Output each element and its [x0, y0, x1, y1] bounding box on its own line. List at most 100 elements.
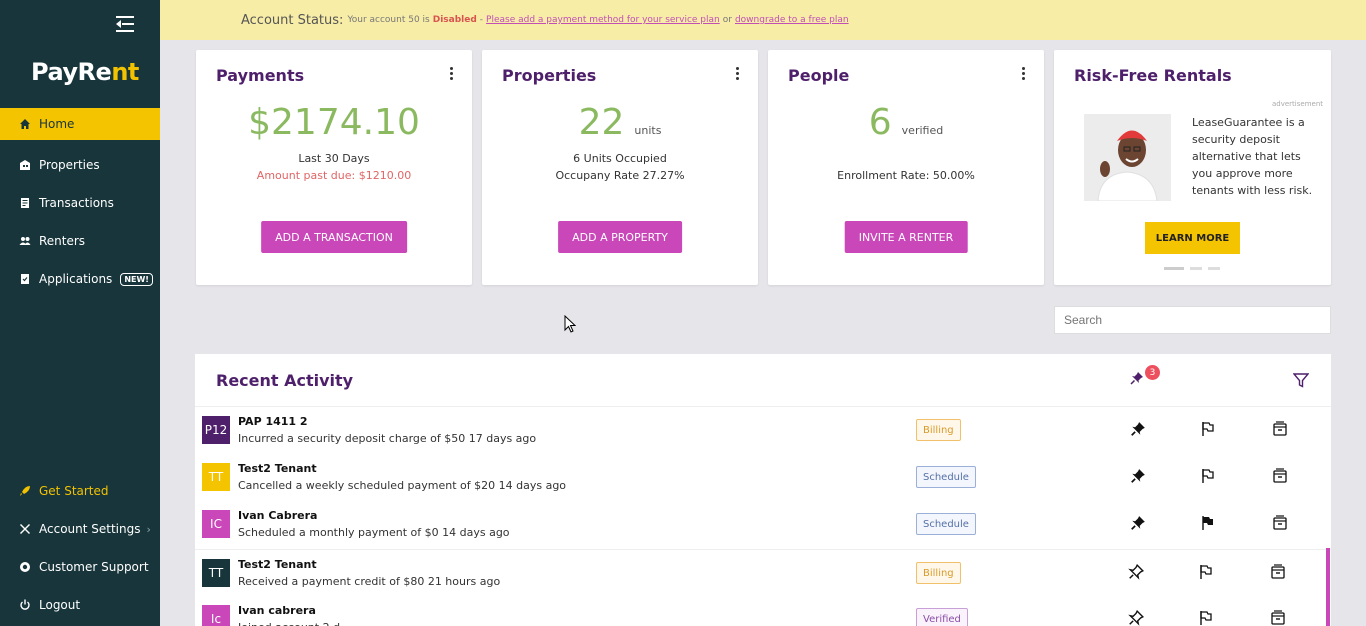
archive-icon[interactable] — [1270, 610, 1286, 626]
sidebar-item-renters[interactable]: Renters — [0, 222, 160, 260]
sidebar-item-label: Properties — [39, 158, 100, 172]
sidebar-item-label: Applications — [39, 272, 113, 286]
flag-icon[interactable] — [1200, 468, 1216, 484]
activity-tag[interactable]: Billing — [916, 562, 961, 584]
menu-toggle-icon[interactable] — [116, 16, 134, 32]
activity-description: Cancelled a weekly scheduled payment of … — [238, 479, 567, 492]
activity-tag[interactable]: Schedule — [916, 513, 976, 535]
amount-past-due: Amount past due: $1210.00 — [256, 169, 412, 182]
recent-activity-panel: Recent Activity 3 P12 PAP 1411 2 Incurred … — [195, 354, 1331, 626]
banner-dash: - — [479, 15, 484, 25]
sidebar-item-label: Customer Support — [39, 560, 149, 574]
flag-icon[interactable] — [1200, 421, 1216, 437]
archive-icon[interactable] — [1272, 515, 1288, 531]
activity-description: Joined account 2 d — [238, 621, 340, 626]
add-transaction-button[interactable]: ADD A TRANSACTION — [261, 221, 407, 253]
pin-icon[interactable] — [1130, 468, 1146, 484]
sidebar-item-label: Renters — [39, 234, 86, 248]
add-property-button[interactable]: ADD A PROPERTY — [558, 221, 682, 253]
card-title: Payments — [216, 66, 305, 85]
ad-text: LeaseGuarantee is a security deposit alt… — [1192, 116, 1313, 197]
add-payment-method-link[interactable]: Please add a payment method for your ser… — [486, 15, 720, 25]
card-title: Risk-Free Rentals — [1074, 66, 1232, 85]
activity-description: Incurred a security deposit charge of $5… — [238, 432, 537, 445]
chevron-right-icon: › — [146, 522, 151, 536]
main-nav: Home Properties Transactions Renters App… — [0, 108, 160, 298]
users-icon — [19, 235, 31, 247]
table-row[interactable]: P12 PAP 1411 2 Incurred a security deposit… — [195, 407, 1331, 454]
more-options-icon[interactable] — [736, 67, 740, 81]
building-icon — [19, 159, 31, 171]
sidebar-item-logout[interactable]: Logout — [0, 586, 160, 624]
status-badge: Disabled — [432, 15, 477, 25]
banner-label: Account Status: — [241, 12, 344, 28]
units-occupied: 6 Units Occupied — [573, 152, 667, 165]
search-input[interactable] — [1054, 306, 1331, 334]
sidebar-item-applications[interactable]: Applications NEW! — [0, 260, 160, 298]
activity-tag[interactable]: Verified — [916, 608, 968, 626]
learn-more-button[interactable]: LEARN MORE — [1145, 222, 1240, 254]
flag-icon[interactable] — [1200, 515, 1216, 531]
banner-or: or — [722, 15, 732, 25]
support-icon — [19, 561, 31, 573]
sidebar-item-transactions[interactable]: Transactions — [0, 184, 160, 222]
sidebar: PayRent Home Properties Transactions Ren… — [0, 0, 160, 626]
pin-icon[interactable] — [1130, 421, 1146, 437]
avatar: IC — [202, 510, 230, 538]
downgrade-link[interactable]: downgrade to a free plan — [735, 15, 849, 25]
activity-tag[interactable]: Billing — [916, 419, 961, 441]
activity-tag[interactable]: Schedule — [916, 466, 976, 488]
payments-total: $2174.10 — [248, 102, 420, 143]
avatar: TT — [202, 463, 230, 491]
archive-icon[interactable] — [1270, 564, 1286, 580]
units-count: 22 units — [578, 102, 662, 143]
more-options-icon[interactable] — [450, 67, 454, 81]
flag-icon[interactable] — [1198, 564, 1214, 580]
sidebar-item-customer-support[interactable]: Customer Support — [0, 548, 160, 586]
pinned-filter-icon[interactable] — [1130, 371, 1144, 385]
carousel-dots[interactable] — [1164, 267, 1220, 270]
table-row[interactable]: IC Ivan Cabrera Scheduled a monthly paymen… — [195, 501, 1331, 548]
activity-name[interactable]: Ivan Cabrera — [238, 509, 317, 522]
pinned-count-badge: 3 — [1145, 365, 1160, 380]
archive-icon[interactable] — [1272, 421, 1288, 437]
pin-icon[interactable] — [1128, 610, 1144, 626]
table-row[interactable]: Ic Ivan cabrera Joined account 2 d Verified — [195, 596, 1331, 626]
payments-card: Payments $2174.10 Last 30 Days Amount pa… — [196, 50, 472, 285]
table-row[interactable]: TT Test2 Tenant Cancelled a weekly schedul… — [195, 454, 1331, 501]
ad-card: Risk-Free Rentals advertisement LeaseGua… — [1054, 50, 1331, 285]
scrollbar[interactable] — [1326, 548, 1330, 626]
payments-period: Last 30 Days — [298, 152, 370, 165]
home-icon — [19, 118, 31, 130]
activity-name[interactable]: Ivan cabrera — [238, 604, 316, 617]
sidebar-item-home[interactable]: Home — [0, 108, 160, 140]
card-title: Properties — [502, 66, 597, 85]
sidebar-item-label: Home — [39, 117, 75, 131]
verified-count: 6 verified — [868, 102, 944, 143]
invite-renter-button[interactable]: INVITE A RENTER — [844, 221, 968, 253]
more-options-icon[interactable] — [1022, 67, 1026, 81]
enrollment-rate: Enrollment Rate: 50.00% — [837, 169, 975, 182]
filter-icon[interactable] — [1293, 373, 1309, 388]
table-row[interactable]: TT Test2 Tenant Received a payment credit … — [195, 549, 1331, 596]
archive-icon[interactable] — [1272, 468, 1288, 484]
power-icon — [19, 599, 31, 611]
sidebar-item-account-settings[interactable]: Account Settings › — [0, 510, 160, 548]
transactions-icon — [19, 197, 31, 209]
properties-card: Properties 22 units 6 Units Occupied Occu… — [482, 50, 758, 285]
logo[interactable]: PayRent — [31, 58, 139, 86]
flag-icon[interactable] — [1198, 610, 1214, 626]
sidebar-item-get-started[interactable]: Get Started — [0, 472, 160, 510]
sidebar-item-properties[interactable]: Properties — [0, 146, 160, 184]
pin-icon[interactable] — [1130, 515, 1146, 531]
card-title: People — [788, 66, 850, 85]
avatar: TT — [202, 559, 230, 587]
activity-name[interactable]: Test2 Tenant — [238, 462, 317, 475]
activity-name[interactable]: PAP 1411 2 — [238, 415, 308, 428]
rocket-icon — [19, 485, 31, 497]
sidebar-item-label: Get Started — [39, 484, 109, 498]
ad-label: advertisement — [1271, 100, 1323, 108]
activity-name[interactable]: Test2 Tenant — [238, 558, 317, 571]
sidebar-item-label: Account Settings — [39, 522, 141, 536]
pin-icon[interactable] — [1128, 564, 1144, 580]
